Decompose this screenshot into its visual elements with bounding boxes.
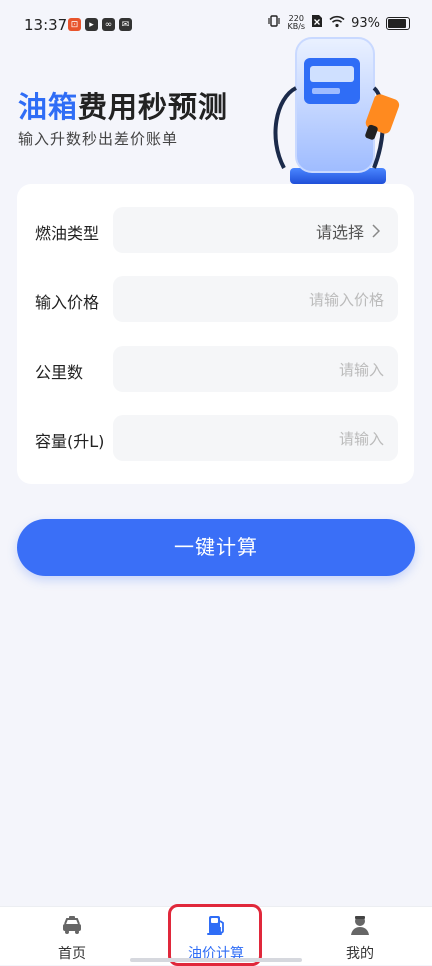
capacity-label: 容量(升L) [35,432,105,451]
fuel-pump-illustration [273,37,400,184]
fuel-type-value: 请选择 [315,223,364,242]
nav-item-me[interactable]: 我的 [315,913,405,963]
capacity-row: 容量(升L) 请输入 [17,415,414,461]
message-notification-icon: ✉ [119,18,132,31]
fuel-form-card: 燃油类型 请选择 输入价格 请输入价格 公里数 请输入 容量(升L) 请输入 [17,184,414,484]
fuel-type-label: 燃油类型 [35,224,100,243]
nav-item-home[interactable]: 首页 [27,913,117,963]
page-subtitle: 输入升数秒出差价账单 [18,130,179,148]
status-time: 13:37 [24,16,68,34]
calculate-button[interactable]: 一键计算 [17,519,415,576]
capacity-placeholder: 请输入 [338,430,384,448]
price-placeholder: 请输入价格 [308,291,384,309]
distance-label: 公里数 [35,363,84,382]
link-notification-icon: ∞ [102,18,115,31]
distance-input[interactable]: 请输入 [113,346,398,392]
nav-label-me: 我的 [346,946,374,962]
distance-row: 公里数 请输入 [17,346,414,392]
capacity-input[interactable]: 请输入 [113,415,398,461]
fuel-type-select[interactable]: 请选择 [113,207,398,253]
price-label: 输入价格 [35,293,100,312]
price-input[interactable]: 请输入价格 [113,276,398,322]
home-indicator [130,958,302,962]
page-title: 油箱费用秒预测 [18,84,228,126]
user-icon [351,916,369,935]
highlight-annotation [168,904,262,966]
play-notification-icon: ▸ [85,18,98,31]
car-icon [63,916,81,934]
chevron-right-icon [372,224,380,238]
nav-label-home: 首页 [58,946,86,962]
fuel-type-row: 燃油类型 请选择 [17,207,414,253]
app-notification-icon: ⊡ [68,18,81,31]
title-accent: 油箱 [18,90,79,124]
title-rest: 费用秒预测 [78,90,229,124]
notification-icons: ⊡ ▸ ∞ ✉ [68,18,132,31]
price-row: 输入价格 请输入价格 [17,276,414,322]
distance-placeholder: 请输入 [338,361,384,379]
fuel-type-value-wrap: 请选择 [316,219,380,243]
